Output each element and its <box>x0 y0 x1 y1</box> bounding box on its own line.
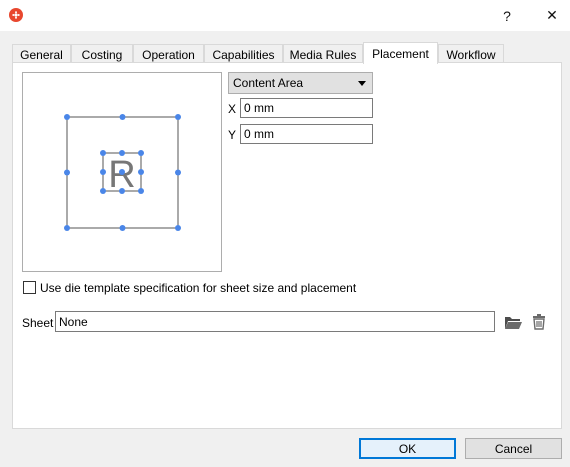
tab-costing[interactable]: Costing <box>71 44 133 64</box>
trash-icon[interactable] <box>531 313 547 331</box>
chevron-down-icon <box>358 81 366 86</box>
sheet-field[interactable]: None <box>55 311 495 332</box>
die-template-label: Use die template specification for sheet… <box>40 281 357 295</box>
tab-bar: General Costing Operation Capabilities M… <box>12 42 562 64</box>
y-label: Y <box>228 128 237 142</box>
tab-placement[interactable]: Placement <box>363 42 438 64</box>
help-button[interactable]: ? <box>484 0 530 31</box>
cancel-button[interactable]: Cancel <box>465 438 562 459</box>
app-logo-icon <box>9 8 23 22</box>
handles[interactable] <box>64 114 181 231</box>
close-button[interactable]: ✕ <box>529 0 570 31</box>
area-select[interactable]: Content Area <box>228 72 373 94</box>
placement-preview-drawing: R <box>64 114 181 231</box>
tab-general[interactable]: General <box>12 44 71 64</box>
y-field[interactable]: 0 mm <box>240 124 373 144</box>
folder-open-icon[interactable] <box>503 313 523 331</box>
tab-media-rules[interactable]: Media Rules <box>283 44 363 64</box>
x-label: X <box>228 102 237 116</box>
tab-operation[interactable]: Operation <box>133 44 204 64</box>
sheet-label: Sheet <box>22 316 54 330</box>
tab-capabilities[interactable]: Capabilities <box>204 44 283 64</box>
area-select-value: Content Area <box>233 76 304 90</box>
die-template-checkbox[interactable] <box>23 281 36 294</box>
ok-button[interactable]: OK <box>359 438 456 459</box>
tab-workflow[interactable]: Workflow <box>438 44 504 64</box>
x-field[interactable]: 0 mm <box>240 98 373 118</box>
placement-preview[interactable]: R <box>22 72 222 272</box>
title-bar: ? ✕ <box>0 0 570 31</box>
